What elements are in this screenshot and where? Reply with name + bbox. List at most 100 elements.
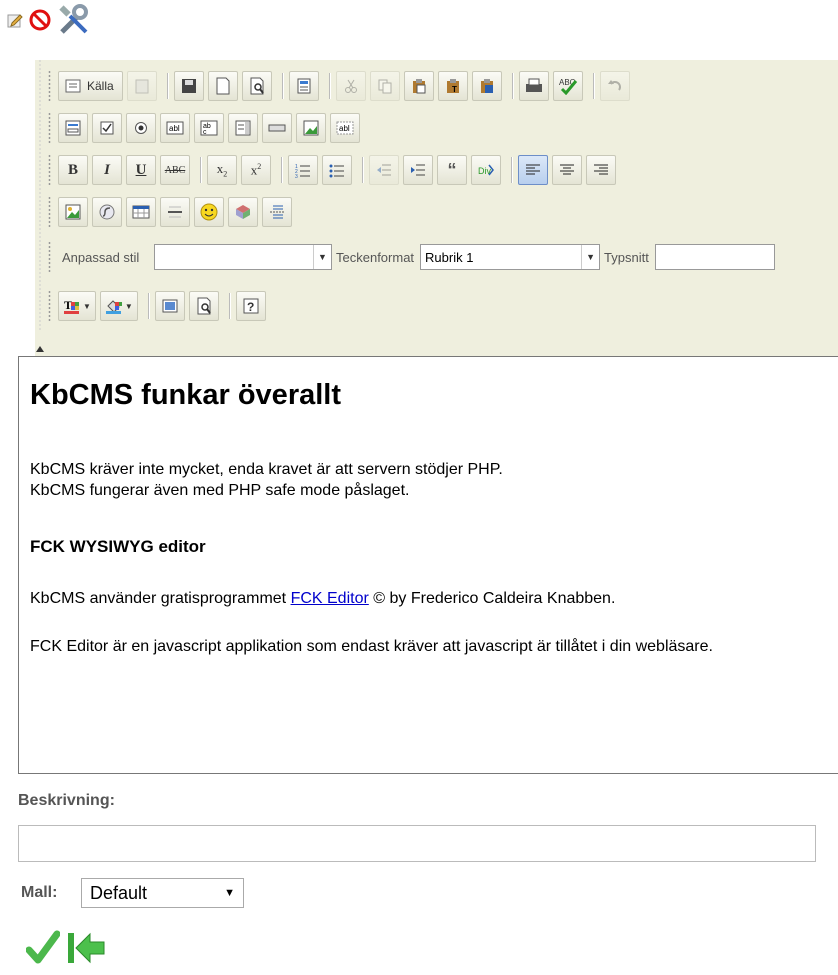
print-icon[interactable] — [518, 71, 549, 101]
custom-style-label: Anpassad stil — [62, 249, 140, 265]
back-arrow-icon[interactable] — [66, 930, 106, 971]
undo-icon[interactable] — [599, 71, 630, 101]
svg-text:abl: abl — [339, 124, 350, 133]
action-icons — [25, 930, 106, 971]
spellcheck-icon[interactable]: ABC — [552, 71, 583, 101]
edit-icon[interactable] — [6, 11, 24, 34]
italic-icon[interactable]: I — [92, 155, 122, 185]
format-combo[interactable]: Rubrik 1 ▼ — [420, 244, 601, 270]
outdent-icon[interactable] — [369, 155, 399, 185]
toolbar-separator — [511, 73, 513, 99]
image-button-icon[interactable] — [296, 113, 326, 143]
copy-icon[interactable] — [369, 71, 400, 101]
chevron-down-icon: ▼ — [224, 887, 235, 899]
flash-icon[interactable] — [92, 197, 122, 227]
editor-toolbar: Källa T ABC abl ab c abl B I U ABC x2 x2 … — [35, 60, 838, 356]
cut-icon[interactable] — [335, 71, 366, 101]
textarea-icon[interactable]: ab c — [194, 113, 224, 143]
save-icon[interactable] — [173, 71, 204, 101]
content-paragraph: FCK Editor är en javascript applikation … — [30, 638, 713, 655]
toolbar-row-3: B I U ABC x2 x2 123 “ Div — [47, 152, 620, 188]
smiley-icon[interactable] — [194, 197, 224, 227]
toolbar-grip — [47, 70, 52, 102]
indent-icon[interactable] — [403, 155, 433, 185]
align-center-icon[interactable] — [552, 155, 582, 185]
svg-text:?: ? — [247, 300, 254, 314]
toolbar-row-5: Anpassad stil ▼ Teckenformat Rubrik 1 ▼ T… — [47, 236, 775, 278]
page-break-icon[interactable] — [262, 197, 292, 227]
custom-style-combo[interactable]: ▼ — [154, 244, 332, 270]
tools-icon[interactable] — [56, 2, 92, 43]
horizontal-rule-icon[interactable] — [160, 197, 190, 227]
preview-icon[interactable] — [241, 71, 272, 101]
templates-icon[interactable] — [288, 71, 319, 101]
toolbar-separator — [200, 157, 201, 183]
format-label: Teckenformat — [336, 249, 415, 265]
paste-text-icon[interactable]: T — [437, 71, 468, 101]
radio-icon[interactable] — [126, 113, 156, 143]
subscript-icon[interactable]: x2 — [207, 155, 237, 185]
description-label: Beskrivning: — [18, 792, 115, 809]
special-char-icon[interactable] — [228, 197, 258, 227]
new-page-icon[interactable] — [207, 71, 238, 101]
blockquote-icon[interactable]: “ — [437, 155, 467, 185]
bulleted-list-icon[interactable] — [322, 155, 352, 185]
paste-icon[interactable] — [403, 71, 434, 101]
font-label: Typsnitt — [604, 249, 649, 265]
toolbar-row-6: T ▼ ▼ ? — [47, 288, 270, 324]
hidden-field-icon[interactable]: abl — [330, 113, 360, 143]
toolbar-separator — [362, 157, 363, 183]
background-color-button[interactable]: ▼ — [99, 291, 138, 321]
align-right-icon[interactable] — [586, 155, 616, 185]
checkbox-icon[interactable] — [92, 113, 122, 143]
checkmark-icon[interactable] — [25, 930, 61, 971]
toolbar-grip — [47, 290, 52, 322]
toolbar-collapse-handle[interactable] — [35, 60, 45, 356]
toolbar-separator — [281, 73, 283, 99]
toolbar-separator — [328, 73, 330, 99]
content-text: KbCMS använder gratisprogrammet — [30, 590, 291, 607]
form-icon[interactable] — [58, 113, 88, 143]
maximize-icon[interactable] — [154, 291, 185, 321]
toolbar-row-1: Källa T ABC — [47, 68, 634, 104]
textfield-icon[interactable]: abl — [160, 113, 190, 143]
toolbar-separator — [166, 73, 168, 99]
strikethrough-icon[interactable]: ABC — [160, 155, 190, 185]
superscript-icon[interactable]: x2 — [241, 155, 271, 185]
div-container-icon[interactable]: Div — [471, 155, 501, 185]
fck-editor-link[interactable]: FCK Editor — [291, 590, 369, 607]
toolbar-separator — [228, 293, 230, 319]
bold-icon[interactable]: B — [58, 155, 88, 185]
underline-icon[interactable]: U — [126, 155, 156, 185]
svg-text:3: 3 — [295, 174, 298, 178]
no-entry-icon[interactable] — [28, 8, 52, 37]
template-select[interactable]: Default ▼ — [81, 878, 244, 908]
toolbar-grip — [47, 241, 52, 273]
content-subheading: FCK WYSIWYG editor — [30, 537, 206, 556]
select-list-icon[interactable] — [228, 113, 258, 143]
toolbar-separator — [281, 157, 282, 183]
toolbar-grip — [47, 196, 52, 228]
numbered-list-icon[interactable]: 123 — [288, 155, 318, 185]
content-paragraph: KbCMS använder gratisprogrammet FCK Edit… — [30, 588, 615, 609]
image-icon[interactable] — [58, 197, 88, 227]
toolbar-grip — [47, 154, 52, 186]
button-field-icon[interactable] — [262, 113, 292, 143]
text-color-button[interactable]: T ▼ — [58, 291, 96, 321]
table-icon[interactable] — [126, 197, 156, 227]
svg-text:abl: abl — [169, 124, 180, 133]
toolbar-row-4 — [47, 194, 296, 230]
editor-content-area[interactable]: KbCMS funkar överallt KbCMS kräver inte … — [18, 356, 838, 774]
help-icon[interactable]: ? — [235, 291, 266, 321]
description-input[interactable] — [18, 825, 816, 862]
paste-word-icon[interactable] — [471, 71, 502, 101]
toolbar-grip — [47, 112, 52, 144]
content-paragraph-line: KbCMS fungerar även med PHP safe mode på… — [30, 482, 410, 499]
font-combo[interactable] — [654, 244, 775, 270]
show-blocks-icon[interactable] — [188, 291, 219, 321]
source-button[interactable]: Källa — [58, 71, 123, 101]
toolbar-separator — [511, 157, 512, 183]
align-left-icon[interactable] — [518, 155, 548, 185]
docprops-icon[interactable] — [126, 71, 157, 101]
svg-text:T: T — [64, 298, 72, 312]
